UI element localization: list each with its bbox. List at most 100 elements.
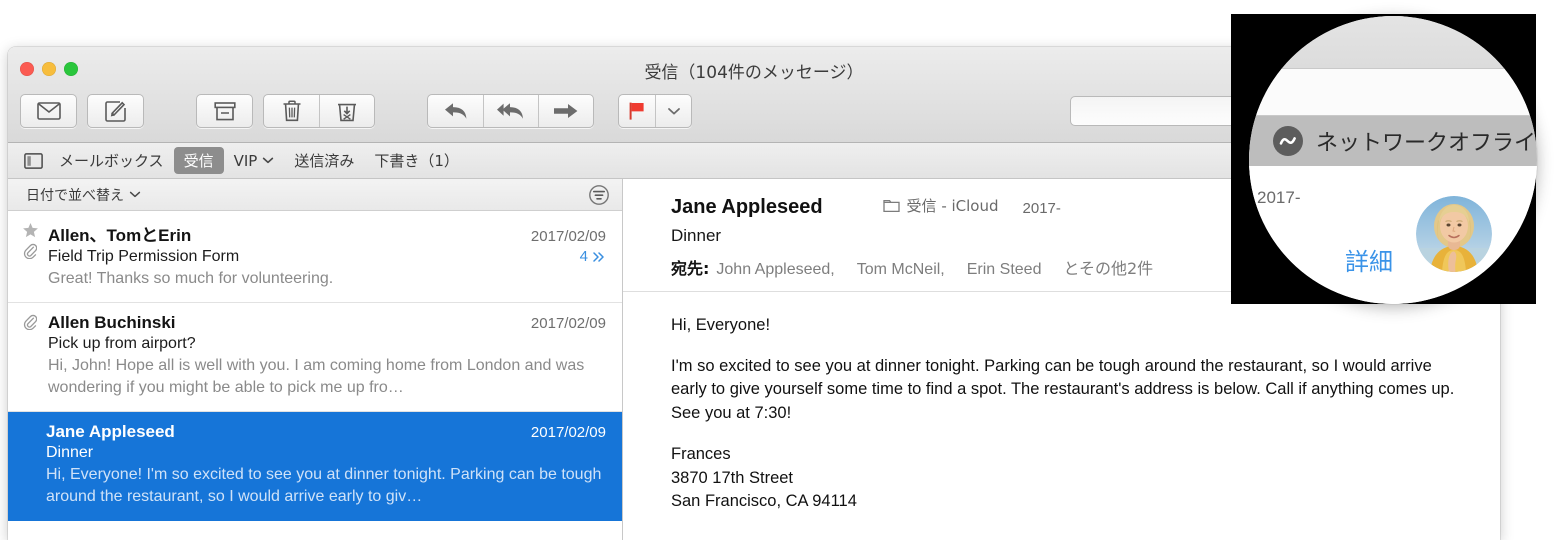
- detail-mailbox-label: 受信 - iCloud: [906, 197, 999, 215]
- favorite-inbox[interactable]: 受信: [173, 147, 224, 174]
- message-badges: [20, 314, 40, 331]
- delete-button[interactable]: [264, 95, 319, 127]
- callout-status-bar: ネットワークオフライン: [1249, 116, 1537, 166]
- toolbar-group-reply: [427, 94, 594, 128]
- offline-status-text: ネットワークオフライン: [1316, 131, 1537, 156]
- thread-count-badge[interactable]: 4: [580, 248, 606, 265]
- chevron-down-icon: [263, 157, 274, 164]
- detail-sender: Jane Appleseed: [671, 195, 823, 218]
- body-paragraph: I'm so excited to see you at dinner toni…: [671, 356, 1455, 422]
- message-header-row: Allen Buchinski 2017/02/09: [48, 313, 606, 333]
- flag-menu-button[interactable]: [655, 95, 691, 127]
- magnifier-callout: ネットワークオフライン 2017- 詳細: [1249, 16, 1537, 304]
- detail-more-recipients[interactable]: とその他2件: [1063, 255, 1153, 279]
- message-subject-row: Field Trip Permission Form 4: [48, 248, 606, 266]
- callout-search-strip: [1249, 68, 1537, 116]
- forward-button[interactable]: [538, 95, 593, 127]
- message-list-pane: 日付で並べ替え Allen、TomとErin 2017/02/09 Field …: [8, 179, 623, 540]
- favorite-label: VIP: [233, 151, 258, 170]
- message-subject-row: Dinner: [46, 444, 606, 462]
- sidebar-icon: [24, 152, 43, 169]
- paperclip-icon: [23, 314, 37, 331]
- star-icon: [22, 223, 38, 238]
- toolbar-group-flag: [618, 94, 692, 128]
- toolbar-group-compose: [87, 94, 144, 128]
- reply-all-arrow-icon: [497, 103, 523, 119]
- message-list-item[interactable]: Allen、TomとErin 2017/02/09 Field Trip Per…: [8, 211, 622, 304]
- favorite-label: メールボックス: [59, 152, 164, 170]
- favorite-drafts[interactable]: 下書き（1）: [364, 147, 469, 174]
- archive-box-icon: [213, 101, 236, 120]
- archive-button[interactable]: [197, 95, 252, 127]
- toolbar-group-archive: [196, 94, 253, 128]
- filter-icon: [589, 184, 609, 205]
- detail-recipient[interactable]: Erin Steed: [967, 261, 1042, 279]
- favorite-vip[interactable]: VIP: [224, 149, 285, 173]
- favorite-sent[interactable]: 送信済み: [284, 147, 364, 174]
- favorite-label: 送信済み: [294, 152, 355, 170]
- message-body: Hi, Everyone! I'm so excited to see you …: [623, 292, 1500, 514]
- detail-recipient[interactable]: Tom McNeil,: [857, 261, 945, 279]
- message-badges: [20, 222, 40, 259]
- sidebar-toggle-button[interactable]: [22, 150, 49, 172]
- flag-icon: [629, 102, 644, 120]
- toolbar-group-delete-junk: [263, 94, 375, 128]
- message-preview: Hi, John! Hope all is well with you. I a…: [48, 357, 585, 397]
- flag-button[interactable]: [619, 95, 655, 127]
- message-list-item[interactable]: Allen Buchinski 2017/02/09 Pick up from …: [8, 303, 622, 413]
- favorite-label: 下書き（1）: [374, 152, 459, 170]
- details-link[interactable]: 詳細: [1345, 242, 1393, 277]
- compose-button[interactable]: [88, 95, 143, 127]
- message-preview: Great! Thanks so much for volunteering.: [48, 270, 334, 287]
- thread-count-value: 4: [579, 248, 588, 265]
- lightning-bolt-glyph: [1279, 137, 1296, 145]
- sort-label: 日付で並べ替え: [26, 187, 124, 204]
- avatar: [1416, 196, 1492, 272]
- message-list-header: 日付で並べ替え: [8, 179, 622, 211]
- sort-dropdown[interactable]: 日付で並べ替え: [26, 185, 141, 205]
- favorite-mailboxes[interactable]: メールボックス: [49, 147, 174, 174]
- detail-to-label: 宛先:: [671, 258, 710, 278]
- lightning-bolt-icon: [1273, 126, 1303, 156]
- reply-button[interactable]: [428, 95, 483, 127]
- junk-button[interactable]: [319, 95, 374, 127]
- message-date: 2017/02/09: [530, 228, 606, 245]
- message-date: 2017/02/09: [530, 315, 606, 333]
- message-date: 2017/02/09: [530, 424, 606, 442]
- message-header-row: Allen、TomとErin 2017/02/09: [48, 221, 606, 246]
- message-sender: Jane Appleseed: [46, 422, 175, 442]
- get-mail-button[interactable]: [21, 95, 76, 127]
- trash-icon: [283, 100, 300, 122]
- message-subject: Pick up from airport?: [48, 335, 196, 353]
- detail-date: 2017-: [1022, 199, 1061, 217]
- callout-date: 2017-: [1257, 188, 1301, 207]
- message-preview: Hi, Everyone! I'm so excited to see you …: [46, 466, 602, 506]
- message-header-row: Jane Appleseed 2017/02/09: [46, 422, 606, 442]
- double-chevron-right-icon: [593, 251, 604, 262]
- message-subject-row: Pick up from airport?: [48, 335, 606, 353]
- callout-detail-area: 2017- 詳細: [1249, 166, 1537, 304]
- chevron-down-icon: [667, 108, 680, 115]
- envelope-icon: [36, 102, 61, 120]
- paperclip-icon: [23, 243, 37, 259]
- detail-mailbox: 受信 - iCloud: [882, 195, 999, 216]
- filter-button[interactable]: [588, 184, 610, 206]
- message-sender: Allen Buchinski: [48, 313, 176, 333]
- message-subject: Dinner: [46, 444, 94, 462]
- chevron-down-icon: [129, 191, 141, 198]
- screenshot-root: 受信（104件のメッセージ） メールボックス 受信 VIP 送信済み 下書き（1…: [0, 0, 1560, 540]
- reply-arrow-icon: [444, 103, 466, 119]
- forward-arrow-icon: [554, 104, 578, 118]
- callout-titlebar-strip: [1249, 16, 1537, 68]
- message-subject: Field Trip Permission Form: [48, 248, 240, 265]
- junk-basket-icon: [338, 103, 356, 122]
- message-sender: Allen、TomとErin: [48, 226, 192, 245]
- detail-recipient[interactable]: John Appleseed,: [716, 261, 834, 279]
- body-signature: Frances 3870 17th Street San Francisco, …: [671, 445, 857, 511]
- message-list-item-selected[interactable]: Jane Appleseed 2017/02/09 Dinner Hi, Eve…: [8, 412, 622, 522]
- folder-icon: [882, 199, 900, 212]
- reply-all-button[interactable]: [483, 95, 538, 127]
- body-paragraph: Hi, Everyone!: [671, 315, 771, 334]
- favorite-label: 受信: [183, 152, 214, 170]
- avatar-photo: [1416, 196, 1492, 272]
